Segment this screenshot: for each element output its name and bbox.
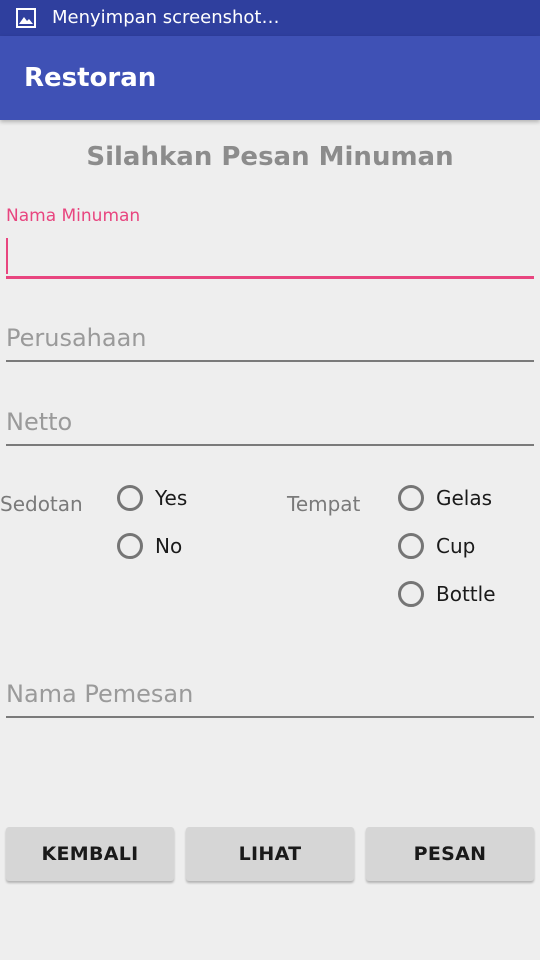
netto-field[interactable]: Netto [6,404,534,448]
radio-circle[interactable] [117,485,143,511]
radio-circle[interactable] [398,485,424,511]
pesan-button[interactable]: PESAN [366,827,534,881]
tempat-label: Tempat [287,492,361,516]
sedotan-radio-yes[interactable]: Yes [117,480,187,516]
kembali-button[interactable]: KEMBALI [6,827,174,881]
netto-underline [6,444,534,446]
perusahaan-field[interactable]: Perusahaan [6,320,534,364]
tempat-radio-bottle[interactable]: Bottle [398,576,496,612]
app-title: Restoran [24,63,157,93]
lihat-button[interactable]: LIHAT [186,827,354,881]
nama-minuman-field[interactable]: Nama Minuman [6,206,534,282]
status-notification-text: Menyimpan screenshot… [52,7,280,28]
radio-circle[interactable] [398,533,424,559]
image-icon [16,8,36,28]
nama-pemesan-underline [6,716,534,718]
tempat-radio-gelas[interactable]: Gelas [398,480,492,516]
tempat-radio-cup[interactable]: Cup [398,528,475,564]
nama-pemesan-placeholder: Nama Pemesan [6,680,194,708]
radio-label-gelas: Gelas [436,486,493,510]
status-bar: Menyimpan screenshot… [0,0,540,36]
radio-label-bottle: Bottle [436,582,496,606]
nama-minuman-label: Nama Minuman [6,206,141,226]
radio-circle[interactable] [398,581,424,607]
radio-label-no: No [155,534,183,558]
nama-pemesan-field[interactable]: Nama Pemesan [6,676,534,720]
sedotan-label: Sedotan [0,492,83,516]
perusahaan-placeholder: Perusahaan [6,324,147,352]
app-bar: Restoran [0,36,540,120]
radio-label-cup: Cup [436,534,476,558]
text-cursor [6,238,8,274]
page-heading: Silahkan Pesan Minuman [86,142,454,172]
radio-label-yes: Yes [155,486,188,510]
perusahaan-underline [6,360,534,362]
sedotan-radio-no[interactable]: No [117,528,182,564]
nama-minuman-underline [6,276,534,279]
netto-placeholder: Netto [6,408,73,436]
radio-circle[interactable] [117,533,143,559]
